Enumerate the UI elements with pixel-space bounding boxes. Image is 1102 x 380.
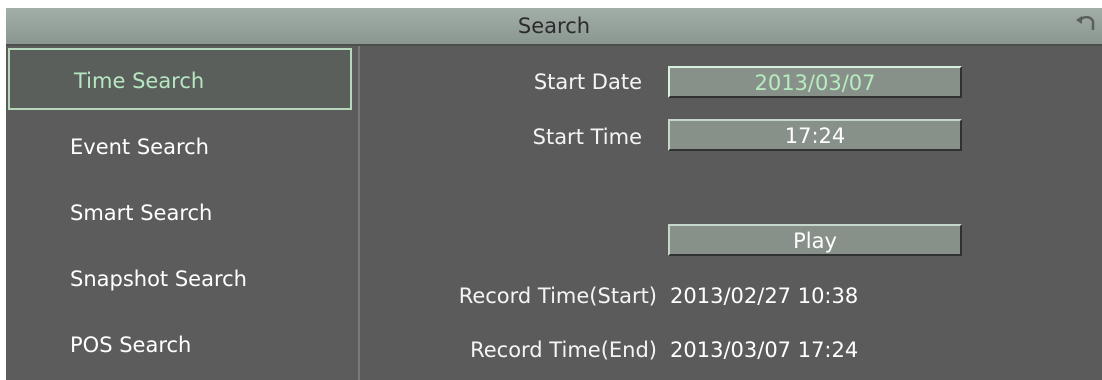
sidebar-item-time-search[interactable]: Time Search (8, 48, 352, 110)
play-button[interactable]: Play (668, 224, 962, 256)
sidebar-item-event-search[interactable]: Event Search (6, 116, 350, 178)
sidebar-item-snapshot-search[interactable]: Snapshot Search (6, 248, 350, 310)
search-type-sidebar: Time Search Event Search Smart Search Sn… (6, 46, 360, 380)
search-screen: Search Time Search Event Search Smart Se… (6, 8, 1102, 380)
record-start-label: Record Time(Start) (458, 284, 657, 308)
start-time-label: Start Time (532, 125, 642, 149)
record-end-label: Record Time(End) (470, 338, 657, 362)
start-time-field[interactable]: 17:24 (668, 119, 962, 151)
window-title: Search (517, 14, 591, 38)
start-date-field[interactable]: 2013/03/07 (668, 66, 962, 98)
back-arrow-icon[interactable] (1074, 12, 1096, 34)
sidebar-item-smart-search[interactable]: Smart Search (6, 182, 350, 244)
title-bar: Search (6, 8, 1102, 46)
record-end-value: 2013/03/07 17:24 (670, 338, 859, 362)
sidebar-item-pos-search[interactable]: POS Search (6, 314, 350, 376)
start-date-label: Start Date (533, 70, 642, 94)
record-start-value: 2013/02/27 10:38 (670, 284, 859, 308)
